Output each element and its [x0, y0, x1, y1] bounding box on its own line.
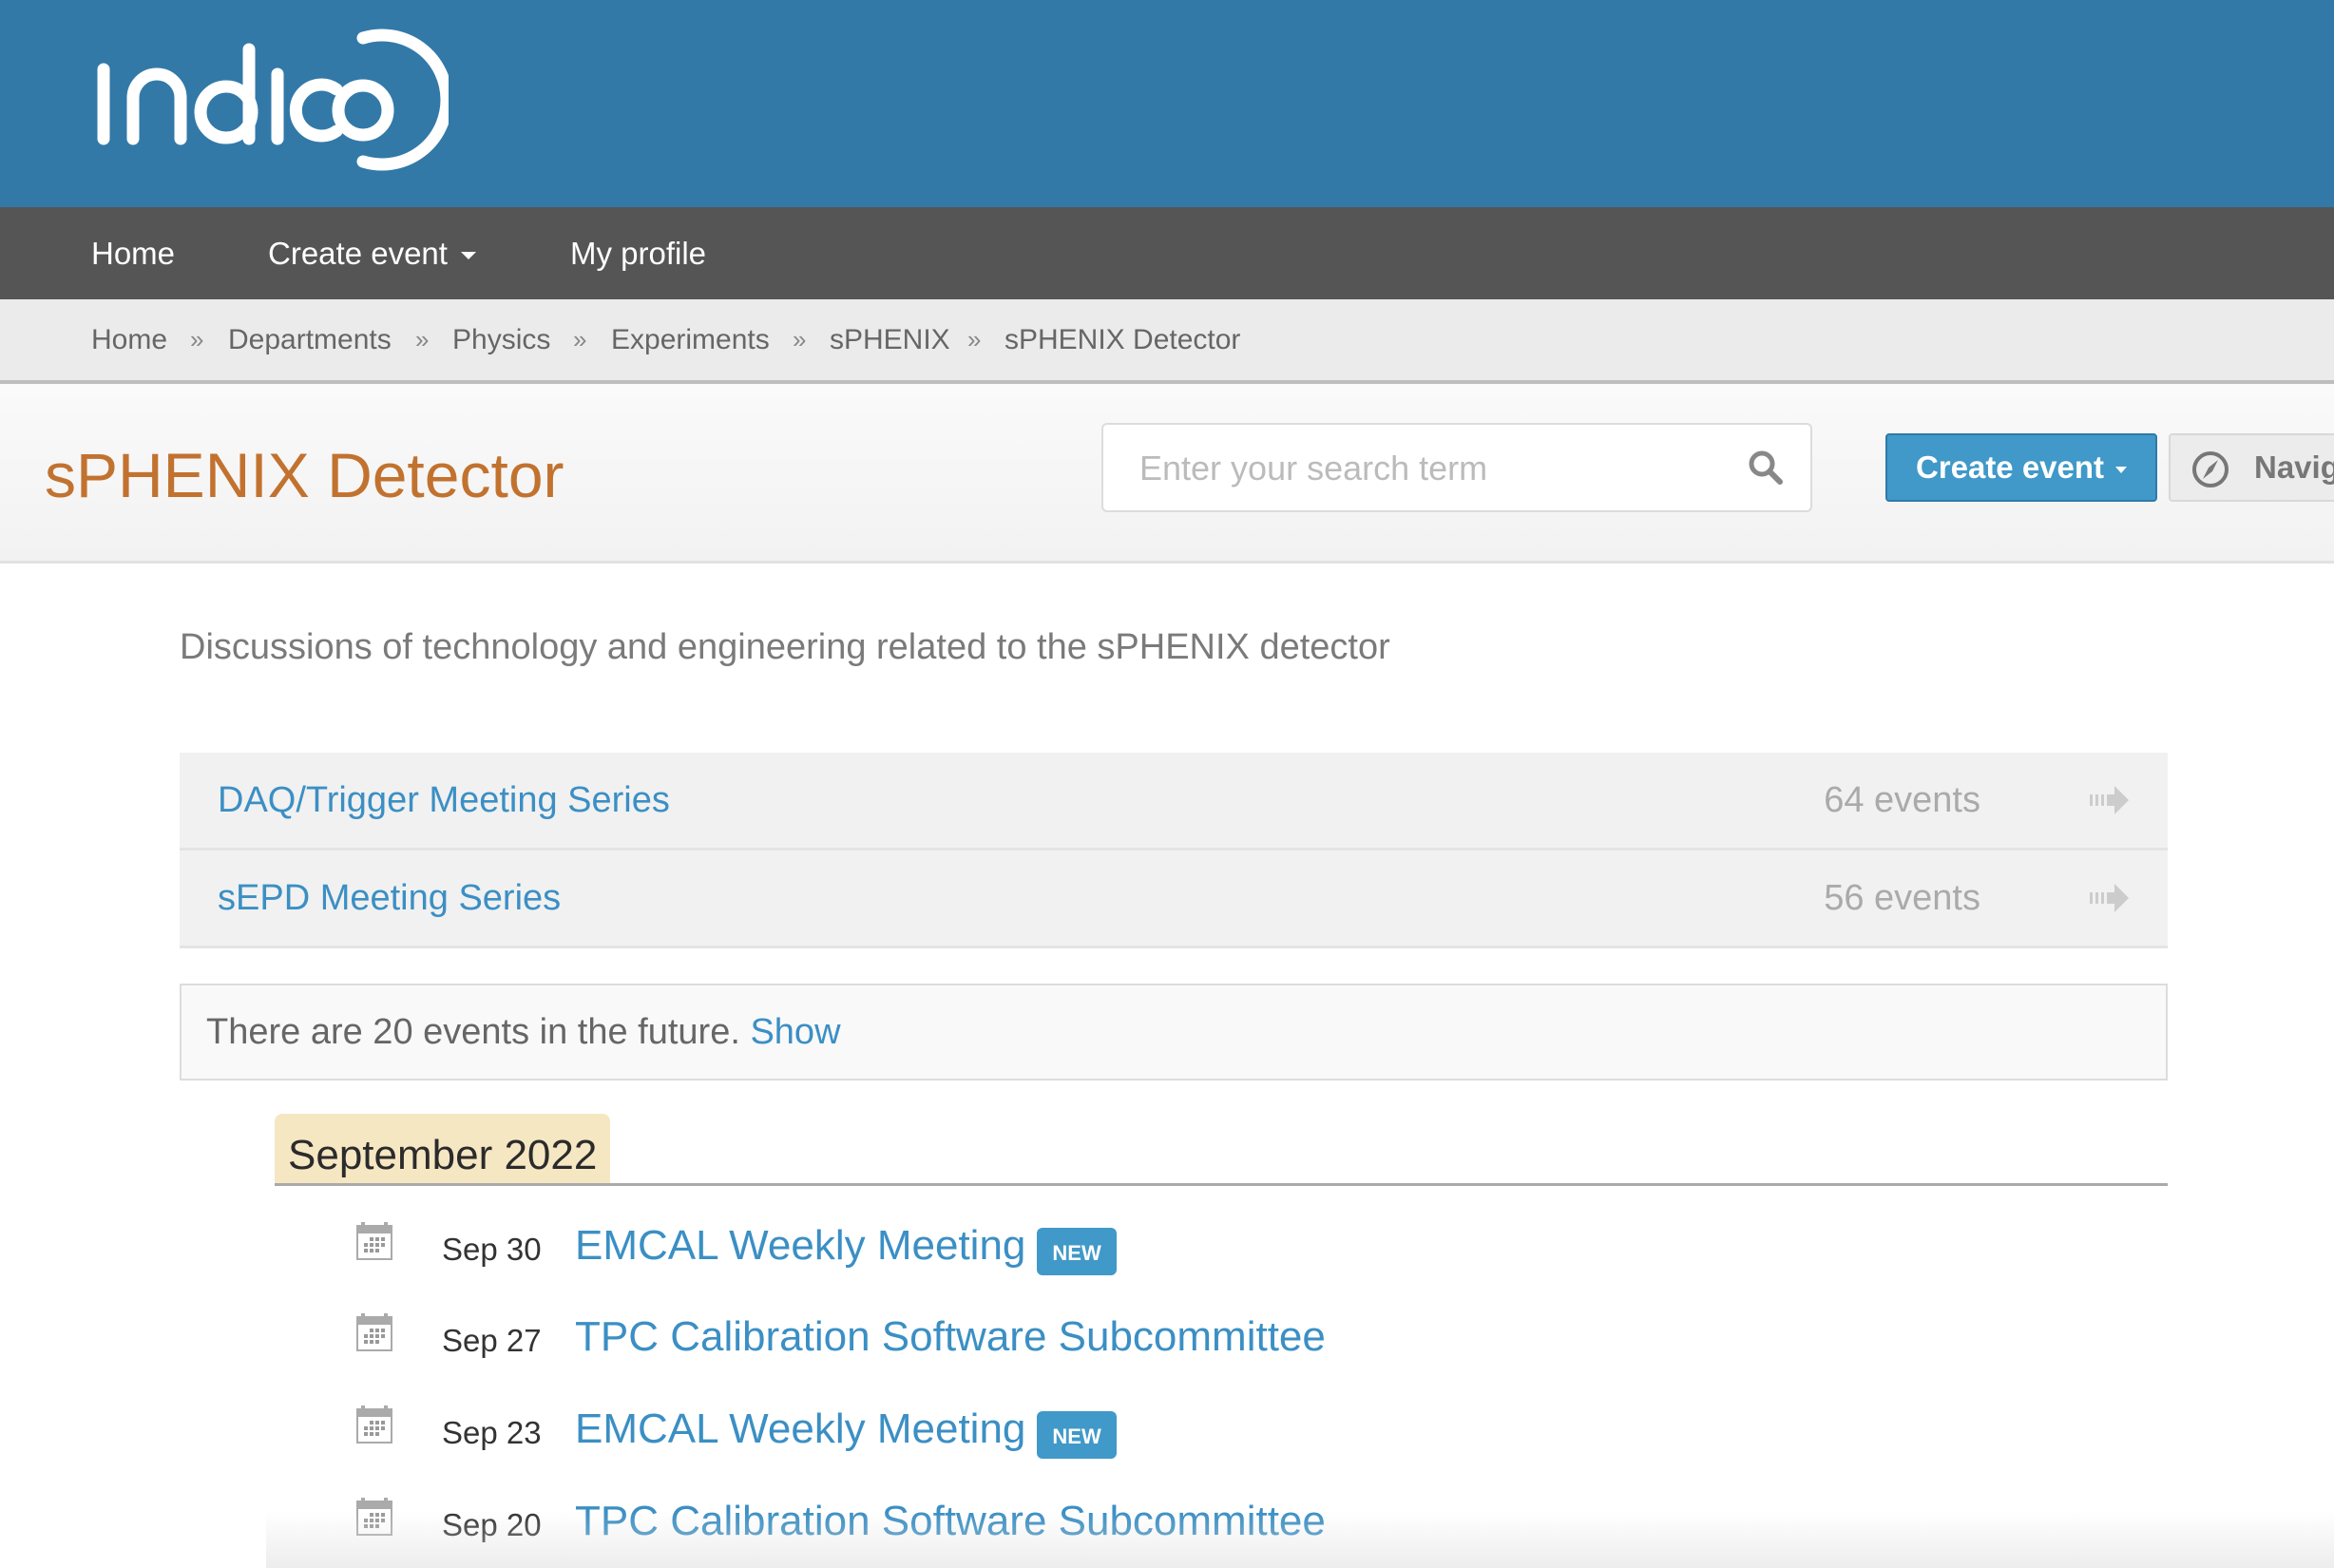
breadcrumb-home[interactable]: Home — [91, 299, 167, 380]
event-title-text[interactable]: EMCAL Weekly Meeting — [575, 1405, 1025, 1452]
series-count: 56 events — [1824, 878, 1980, 918]
event-date: Sep 30 — [442, 1232, 542, 1267]
category-description: Discussions of technology and engineerin… — [180, 627, 1390, 667]
month-header: September 2022 — [275, 1114, 611, 1184]
navigate-button[interactable]: Navigate — [2169, 433, 2334, 502]
caret-down-icon — [2115, 466, 2128, 473]
nav-home-label: Home — [91, 236, 176, 271]
breadcrumb-separator: » — [573, 325, 587, 354]
new-badge: NEW — [1037, 1411, 1117, 1460]
breadcrumb-sphenix[interactable]: sPHENIX — [830, 299, 950, 380]
nav-home[interactable]: Home — [91, 207, 175, 299]
event-date: Sep 23 — [442, 1415, 542, 1450]
navigate-label: Navigate — [2254, 449, 2334, 485]
caret-down-icon — [460, 252, 476, 260]
series-item[interactable]: sEPD Meeting Series 56 events — [180, 851, 2168, 948]
nav-my-profile[interactable]: My profile — [570, 207, 706, 299]
search-box — [1101, 423, 1812, 512]
bottom-shadow — [266, 1511, 2334, 1568]
search-icon[interactable] — [1748, 449, 1784, 486]
calendar-icon — [356, 1313, 392, 1351]
future-events-notice: There are 20 events in the future. Show — [180, 984, 2168, 1080]
nav-create-event-label: Create event — [268, 236, 448, 271]
series-name[interactable]: DAQ/Trigger Meeting Series — [218, 753, 670, 848]
breadcrumb-separator: » — [793, 325, 807, 354]
month-divider — [275, 1183, 2168, 1186]
compass-icon — [2192, 451, 2229, 488]
create-event-button[interactable]: Create event — [1885, 433, 2157, 502]
page-title: sPHENIX Detector — [45, 440, 564, 510]
breadcrumb-physics[interactable]: Physics — [452, 299, 550, 380]
search-input[interactable] — [1138, 425, 1712, 512]
series-count: 64 events — [1824, 780, 1980, 820]
breadcrumb-departments[interactable]: Departments — [228, 299, 392, 380]
breadcrumb-separator: » — [190, 325, 204, 354]
indico-logo[interactable] — [87, 27, 449, 174]
calendar-icon — [356, 1222, 392, 1260]
breadcrumb: Home » Departments » Physics » Experimen… — [0, 299, 2334, 384]
breadcrumb-experiments[interactable]: Experiments — [611, 299, 770, 380]
event-title-text[interactable]: EMCAL Weekly Meeting — [575, 1222, 1025, 1269]
breadcrumb-separator: » — [967, 325, 982, 354]
nav-create-event[interactable]: Create event — [268, 207, 476, 299]
future-events-text: There are 20 events in the future. — [206, 1012, 751, 1052]
event-title[interactable]: TPC Calibration Software Subcommittee — [575, 1308, 1326, 1367]
title-bar: sPHENIX Detector Create event Navigate — [0, 384, 2334, 564]
breadcrumb-separator: » — [415, 325, 430, 354]
breadcrumb-current: sPHENIX Detector — [1004, 324, 1241, 355]
event-date: Sep 27 — [442, 1323, 542, 1358]
arrow-right-icon — [2090, 786, 2129, 814]
arrow-right-icon — [2090, 884, 2129, 912]
event-title[interactable]: EMCAL Weekly Meeting NEW — [575, 1216, 1117, 1276]
create-event-label: Create event — [1915, 449, 2105, 485]
nav-my-profile-label: My profile — [570, 236, 707, 271]
main-nav: Home Create event My profile — [0, 207, 2334, 299]
site-header — [0, 0, 2334, 207]
show-future-link[interactable]: Show — [750, 1012, 840, 1052]
series-list: DAQ/Trigger Meeting Series 64 events sEP… — [180, 753, 2168, 948]
series-item[interactable]: DAQ/Trigger Meeting Series 64 events — [180, 753, 2168, 851]
series-name[interactable]: sEPD Meeting Series — [218, 851, 561, 946]
event-title[interactable]: EMCAL Weekly Meeting NEW — [575, 1400, 1117, 1460]
calendar-icon — [356, 1405, 392, 1444]
new-badge: NEW — [1037, 1228, 1117, 1276]
